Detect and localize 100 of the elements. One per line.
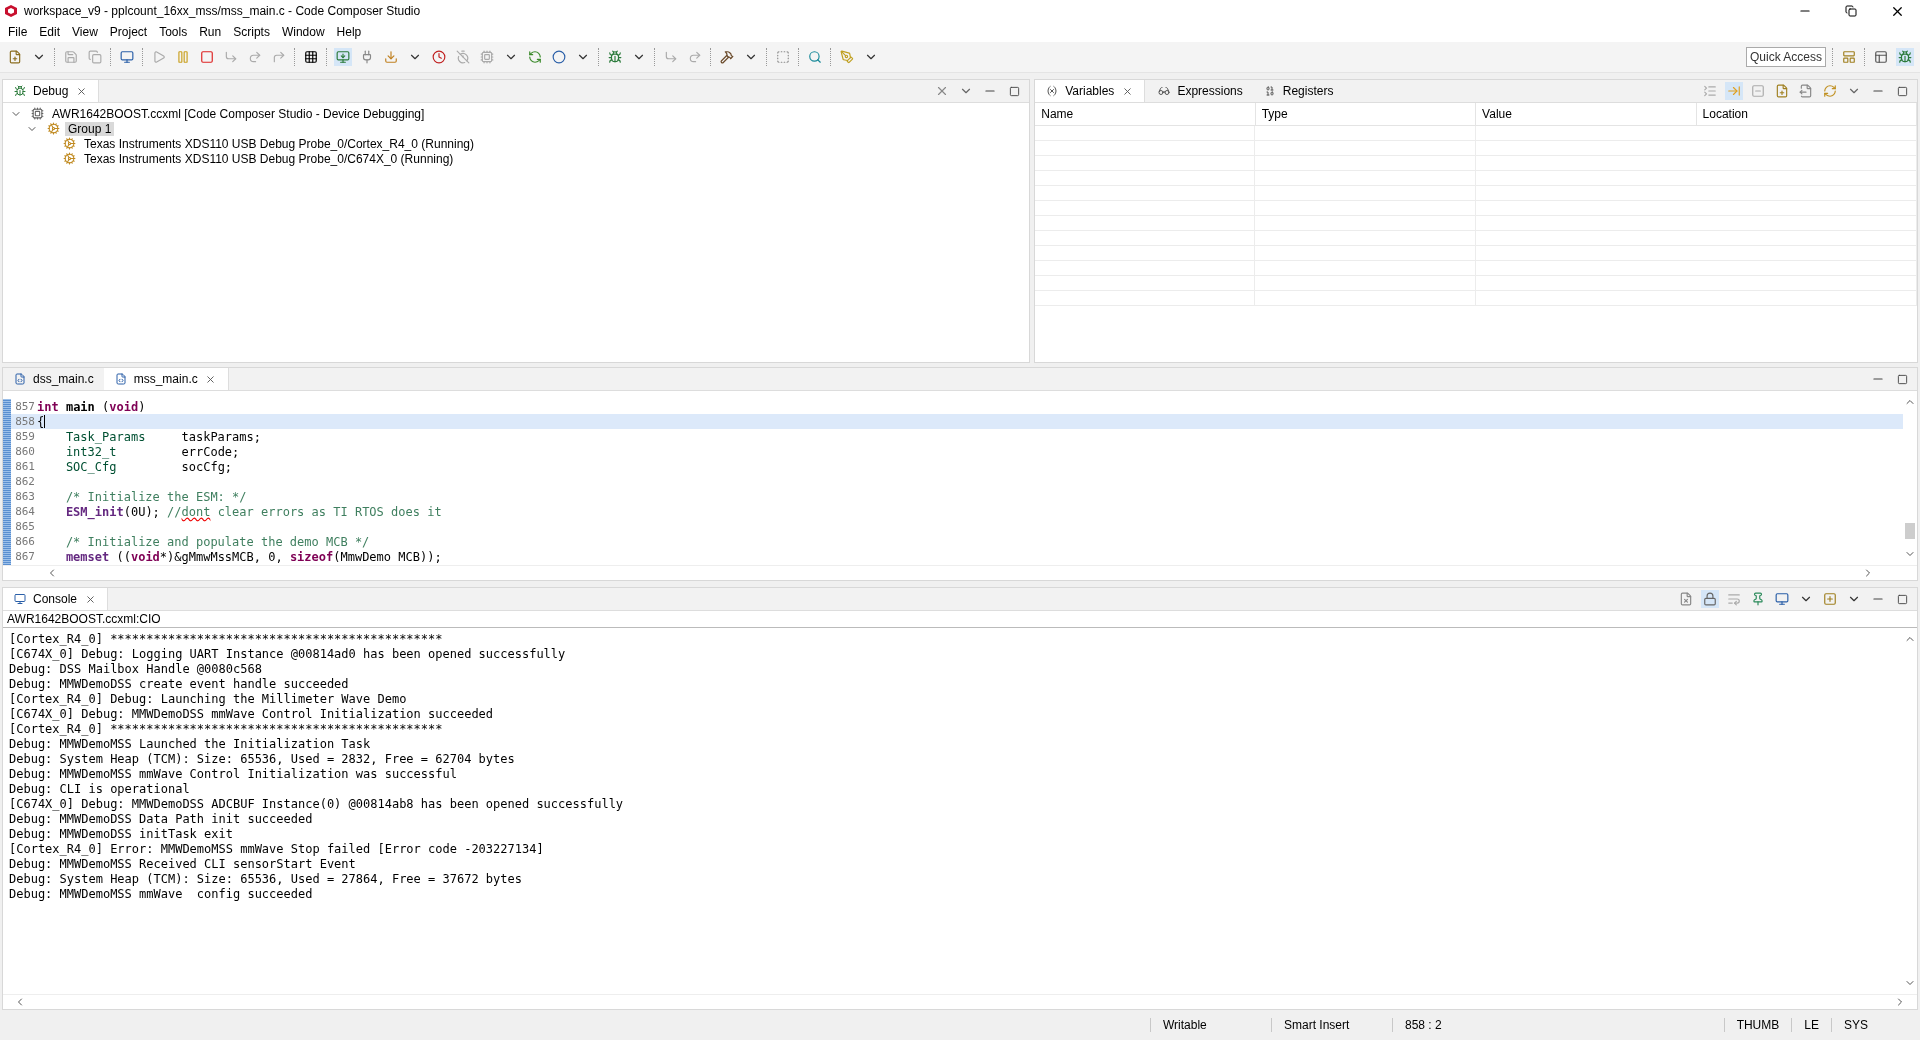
save-all-icon[interactable]: [86, 48, 104, 66]
line-number: 859: [14, 430, 36, 443]
code-line: int32_t errCode;: [64, 444, 240, 459]
column-header[interactable]: Value: [1476, 103, 1697, 126]
window-title: workspace_v9 - pplcount_16xx_mss/mss_main.c - Code Composer Studio: [24, 4, 422, 18]
menu-item[interactable]: Run: [195, 25, 230, 39]
status-item: Writable: [1150, 1018, 1271, 1032]
console-line: Debug: MMWDemoMSS Launched the Initialization Task: [9, 737, 372, 752]
console-line: [C674X_0] Debug: MMWDemoDSS ADCBUF Instance(0) @00814ab8 has been opened successfully: [9, 797, 625, 812]
line-number: 861: [14, 460, 36, 473]
view-tab[interactable]: Expressions: [1147, 80, 1251, 102]
scroll-lock-icon[interactable]: [1701, 590, 1719, 608]
code-line: /* Initialize the ESM: */: [64, 489, 247, 504]
line-number: 867: [14, 550, 36, 563]
console-line: Debug: MMWDemoDSS Data Path init succeeded: [9, 812, 314, 827]
chip-icon: [28, 104, 46, 123]
line-number: 858: [14, 415, 36, 428]
view-tab[interactable]: Variables: [1035, 80, 1146, 102]
gear-icon: [44, 119, 62, 138]
pen-icon[interactable]: [838, 48, 856, 66]
console-line: Debug: CLI is operational: [9, 782, 191, 797]
tree-item[interactable]: Group 1: [65, 121, 115, 136]
view-tab[interactable]: Registers: [1252, 80, 1342, 102]
monitor-icon[interactable]: [118, 48, 136, 66]
status-item: 858 : 2: [1392, 1018, 1501, 1032]
load-icon[interactable]: [382, 48, 400, 66]
menu-item[interactable]: Window: [277, 25, 333, 39]
console-line: [Cortex_R4_0] **********************************************: [9, 632, 444, 647]
code-line: /* Initialize and populate the demo MCB */: [64, 534, 370, 549]
menu-item[interactable]: Edit: [35, 25, 69, 39]
grid-icon[interactable]: [302, 48, 320, 66]
console-line: Debug: System Heap (TCM): Size: 65536, Used = 27864, Free = 37672 bytes: [9, 872, 523, 887]
line-number: 862: [14, 475, 36, 488]
line-number: 860: [14, 445, 36, 458]
cube-logo-icon: [4, 4, 18, 18]
code-line: ESM_init(0U); //dont clear errors as TI RTOS does it: [64, 504, 442, 519]
menu-item[interactable]: View: [68, 25, 106, 39]
line-number: 864: [14, 505, 36, 518]
console-tab[interactable]: Console: [3, 588, 109, 610]
tab-label: Debug: [33, 84, 69, 98]
file-tab[interactable]: mss_main.c: [103, 368, 229, 390]
line-number: 866: [14, 535, 36, 548]
bug-icon[interactable]: [1896, 48, 1914, 66]
console-line: Debug: MMWDemoMSS mmWave Control Initialization was successful: [9, 767, 458, 782]
console-line: Debug: MMWDemoMSS mmWave config succeeded: [9, 887, 314, 902]
menu-item[interactable]: Help: [332, 25, 370, 39]
console-line: [Cortex_R4_0] Error: MMWDemoMSS mmWave Stop failed [Error code -203227134]: [9, 842, 545, 857]
console-line: Debug: System Heap (TCM): Size: 65536, Used = 2832, Free = 62704 bytes: [9, 752, 516, 767]
status-item: Smart Insert: [1271, 1018, 1392, 1032]
line-number: 857: [14, 400, 36, 413]
column-header[interactable]: Type: [1255, 103, 1477, 126]
clock-icon[interactable]: [430, 48, 448, 66]
new-console-icon[interactable]: [1821, 590, 1839, 608]
code-line: Task_Params taskParams;: [64, 429, 261, 444]
status-item: LE: [1791, 1018, 1831, 1032]
scrollbar-thumb[interactable]: [1905, 523, 1915, 539]
connect-icon[interactable]: [334, 48, 352, 66]
line-number: 863: [14, 490, 36, 503]
status-item: THUMB: [1723, 1018, 1792, 1032]
bug-icon[interactable]: [606, 48, 624, 66]
column-header[interactable]: Location: [1696, 103, 1917, 126]
console-line: Debug: DSS Mailbox Handle @0080c568: [9, 662, 263, 677]
menu-item[interactable]: Tools: [155, 25, 196, 39]
file-tab[interactable]: dss_main.c: [3, 368, 102, 390]
quick-access-field[interactable]: Quick Access: [1746, 47, 1826, 67]
monitor-icon[interactable]: [1773, 590, 1791, 608]
debug-tab[interactable]: Debug: [3, 80, 100, 102]
stop-icon[interactable]: [198, 48, 216, 66]
console-line: Debug: MMWDemoDSS initTask exit: [9, 827, 234, 842]
ball-icon[interactable]: [550, 48, 568, 66]
gear-icon: [60, 134, 78, 153]
collapse-all-icon[interactable]: [1749, 82, 1767, 100]
box-icon[interactable]: [774, 48, 792, 66]
line-number: 865: [14, 520, 36, 533]
console-line: [Cortex_R4_0] **********************************************: [9, 722, 444, 737]
menu-item[interactable]: Project: [105, 25, 156, 39]
console-line: Debug: MMWDemoDSS create event handle succeeded: [9, 677, 350, 692]
save-icon[interactable]: [62, 48, 80, 66]
console-line: [C674X_0] Debug: MMWDemoDSS mmWave Control Initialization succeeded: [9, 707, 495, 722]
search-icon[interactable]: [806, 48, 824, 66]
tree-item[interactable]: Texas Instruments XDS110 USB Debug Probe_0/Cortex_R4_0 (Running): [81, 136, 477, 151]
gear-icon: [60, 149, 78, 168]
tree-item[interactable]: AWR1642BOOST.ccxml [Code Composer Studio - Device Debugging]: [49, 106, 428, 121]
code-line: SOC_Cfg socCfg;: [64, 459, 233, 474]
menu-item[interactable]: Scripts: [229, 25, 278, 39]
column-header[interactable]: Name: [1035, 103, 1256, 126]
code-line: int main (void): [37, 399, 146, 414]
status-item: SYS: [1831, 1018, 1880, 1032]
console-line: [Cortex_R4_0] Debug: Launching the Millimeter Wave Demo: [9, 692, 408, 707]
hammer-icon[interactable]: [718, 48, 736, 66]
code-line: memset ((void*)&gMmwMssMCB, 0, sizeof(MmwDemo MCB));: [64, 549, 442, 564]
chip-icon[interactable]: [478, 48, 496, 66]
refresh-icon[interactable]: [1821, 82, 1839, 100]
tab-label: Console: [33, 592, 78, 606]
console-source: AWR1642BOOST.ccxml:CIO: [3, 611, 1917, 628]
console-line: Debug: MMWDemoMSS Received CLI sensorStart Event: [9, 857, 357, 872]
console-line: [C674X_0] Debug: Logging UART Instance @00814ad0 has been opened successfully: [9, 647, 567, 662]
tree-item[interactable]: Texas Instruments XDS110 USB Debug Probe_0/C674X_0 (Running): [81, 151, 457, 166]
text-caret: [44, 415, 46, 428]
menu-item[interactable]: File: [4, 25, 36, 39]
